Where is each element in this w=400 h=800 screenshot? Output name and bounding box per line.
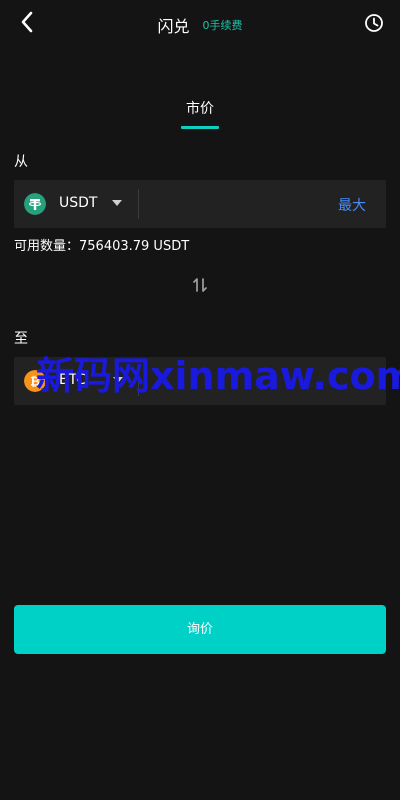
watermark: 新码网xinmaw.com: [36, 354, 400, 398]
from-coin-selector[interactable]: USDT: [59, 195, 97, 211]
header-bar: 闪兑 0手续费: [0, 0, 400, 46]
from-label: 从: [14, 154, 28, 170]
from-amount-input[interactable]: [146, 188, 326, 220]
max-button[interactable]: 最大: [338, 195, 366, 215]
to-label: 至: [14, 331, 28, 347]
available-balance: 可用数量：756403.79 USDT: [14, 239, 190, 254]
usdt-coin-icon[interactable]: [24, 193, 46, 215]
tab-market[interactable]: 市价: [0, 98, 400, 129]
swap-page: 闪兑 0手续费 市价 从 USDT 最大 可用数量：756403.79 USDT: [0, 0, 400, 800]
fee-badge: 0手续费: [202, 19, 243, 32]
from-asset-box: USDT 最大: [14, 180, 386, 228]
title-group: 闪兑 0手续费: [0, 13, 400, 37]
tab-label: 市价: [186, 101, 214, 117]
page-title: 闪兑: [157, 17, 190, 36]
divider: [138, 189, 139, 219]
history-clock-icon[interactable]: [364, 13, 384, 33]
swap-arrows-icon[interactable]: [192, 277, 208, 293]
tab-active-indicator: [181, 126, 219, 129]
quote-button[interactable]: 询价: [14, 605, 386, 654]
dropdown-caret-icon[interactable]: [112, 200, 122, 206]
